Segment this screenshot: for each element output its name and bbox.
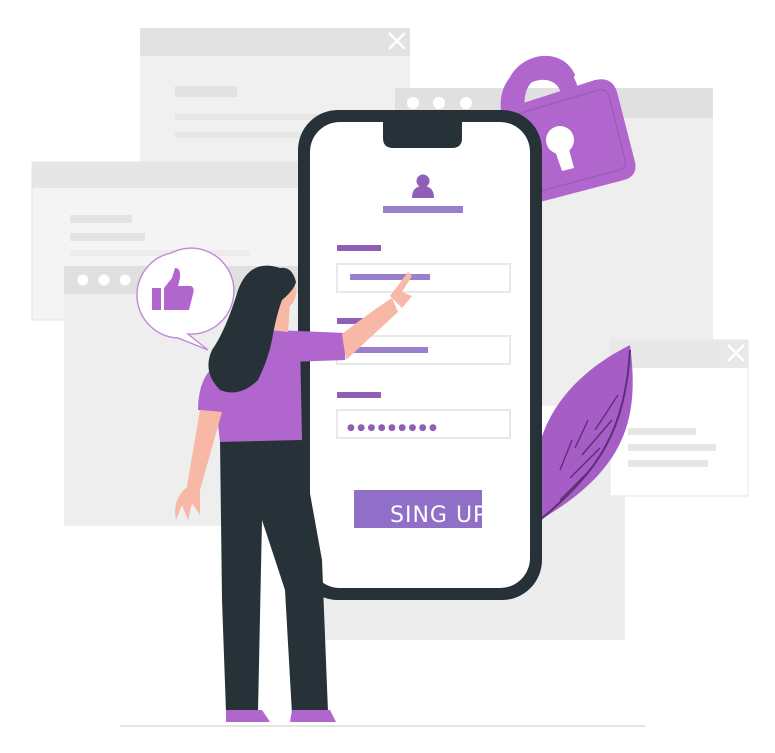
signup-illustration: ●●●●●●●●● SING UP: [31, 28, 749, 727]
signup-button[interactable]: SING UP: [354, 490, 487, 528]
signup-button-label: SING UP: [390, 503, 487, 528]
title-bar: [383, 206, 463, 213]
email-field-value-bar: [350, 347, 428, 353]
name-field-value-bar: [350, 274, 430, 280]
password-mask: ●●●●●●●●●: [347, 423, 439, 433]
field-label-bar: [337, 245, 381, 251]
field-label-bar: [337, 392, 381, 398]
